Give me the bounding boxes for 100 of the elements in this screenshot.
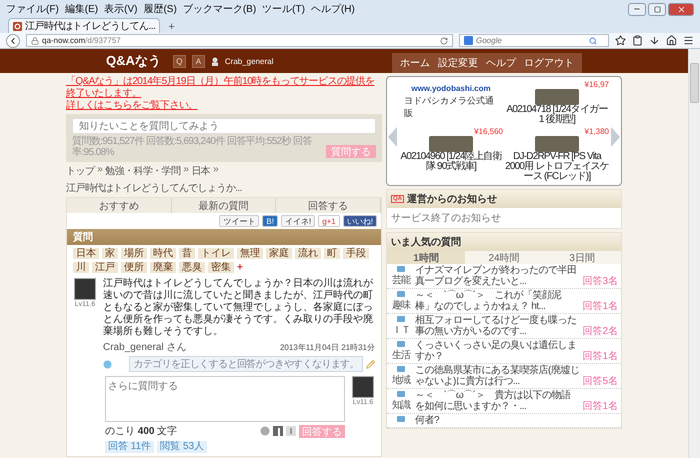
tag-link[interactable]: 悪臭	[179, 262, 205, 273]
minimize-button[interactable]	[628, 2, 646, 16]
user-name[interactable]: Crab_general	[224, 56, 274, 66]
menu-item[interactable]: ヘルプ(H)	[310, 2, 355, 16]
question-link[interactable]: ～＜ `⌒ω⌒´＞ 貴方は以下の物語を如何に思いますか？・...	[415, 390, 580, 412]
star-icon[interactable]	[615, 35, 626, 46]
answer-count: 回答1名	[582, 401, 618, 412]
tag-link[interactable]: 家	[102, 248, 118, 259]
share-button[interactable]: g+1	[318, 215, 340, 227]
menu-icon[interactable]	[683, 35, 694, 46]
reload-icon[interactable]	[440, 36, 448, 44]
question-link[interactable]: この徳島県某市にある某喫茶店(廃墟じゃないよ)に貴方は行つ...	[415, 365, 580, 387]
product-caption[interactable]: A02104960 [1/24陸上自衛隊 90式戦車]	[399, 152, 503, 172]
clipboard-icon[interactable]	[632, 35, 643, 46]
home-icon[interactable]	[666, 35, 677, 46]
url-text: qa-now.com/d/937757	[42, 36, 121, 45]
search-icon[interactable]	[589, 36, 597, 44]
scrollbar[interactable]	[688, 49, 700, 458]
share-button[interactable]: ツイート	[219, 215, 260, 227]
menu-item[interactable]: 表示(V)	[104, 2, 138, 16]
question-link[interactable]: 相互フォローしてるけど一度も喋った事の無い方がいるのです...	[415, 315, 580, 337]
tag-link[interactable]: 町	[324, 248, 340, 259]
question-link[interactable]: ～＜ `⌒ω⌒´＞ これが「笑顔泥棒」なのでしょうかねぇ？ ht...	[415, 290, 580, 312]
breadcrumb-link[interactable]: 勉強・科学・学問	[105, 164, 180, 178]
nav-link[interactable]: ログアウト	[524, 56, 574, 70]
reply-field[interactable]: さらに質問する	[105, 376, 345, 422]
menu-item[interactable]: 編集(E)	[64, 2, 98, 16]
share-button[interactable]: イイネ!	[280, 215, 316, 227]
site-stats: 質問数:951,527件 回答数:5,693,240件 回答平均:552秒 回答率:95.08%	[72, 136, 313, 158]
back-button[interactable]	[6, 34, 20, 48]
ad-tagline: ヨドバシカメラ公式通販	[404, 95, 496, 120]
tag-link[interactable]: 密集	[208, 262, 234, 273]
tab-title: 江戸時代はトイレどうしてん...	[25, 20, 156, 33]
favicon-icon	[13, 22, 22, 30]
tag-link[interactable]: 江戸	[92, 262, 118, 273]
breadcrumb-link[interactable]: 江戸時代はトイレどうしてんでしょうか...	[66, 181, 242, 195]
product-price: ¥16,97	[584, 80, 609, 89]
menu-item[interactable]: 履歴(S)	[143, 2, 177, 16]
avatar-placeholder	[352, 376, 374, 398]
tag-link[interactable]: 手段	[343, 248, 369, 259]
product-caption[interactable]: A02104718 [1/24タイガー1 後期型]	[505, 105, 609, 125]
count-label: 閲覧 53人	[157, 441, 208, 453]
content-tab[interactable]: 回答する	[276, 198, 382, 213]
avatar-placeholder	[74, 278, 96, 300]
share-button[interactable]: B!	[262, 215, 278, 227]
menu-item[interactable]: ツール(T)	[262, 2, 305, 16]
notice-link[interactable]: 詳しくはこちらをご覧下さい。	[66, 100, 382, 112]
content-tab[interactable]: おすすめ	[67, 198, 172, 213]
product-caption[interactable]: DJ-D2RPV-FR [PS Vita 2000用 レトロフェイスケース (FCレッド)]	[505, 152, 609, 182]
browser-tab[interactable]: 江戸時代はトイレどうしてん...	[8, 18, 160, 33]
breadcrumb-link[interactable]: トップ	[66, 164, 94, 178]
tag-link[interactable]: 流れ	[295, 248, 321, 259]
announcement-link[interactable]: サービス終了のお知らせ	[387, 208, 621, 228]
question-link[interactable]: 何者?	[415, 415, 618, 426]
share-button[interactable]: いいね!	[342, 215, 377, 227]
question-text: 江戸時代はトイレどうしてんでしょうか？日本の川は流れが速いので昔は川に流していたと聞きましたが、江戸時代の町ともなると家が密集していて無理でしょうし、各家庭にぼっとん便所を作っても悪臭が凄そうです。くみ取りの手段や廃棄場所も難しそうですし。	[103, 278, 374, 338]
tag-link[interactable]: 廃棄	[150, 262, 176, 273]
tag-link[interactable]: 便所	[121, 262, 147, 273]
site-logo[interactable]: Q&Aなう	[106, 52, 161, 70]
nav-link[interactable]: 設定変更	[438, 56, 478, 70]
photo-placeholder	[535, 136, 579, 152]
question-input[interactable]: 知りたいことを質問してみよう	[72, 118, 376, 134]
remaining-count: のこり 400 文字	[105, 424, 178, 438]
period-tab[interactable]: 3日間	[543, 251, 621, 264]
search-input[interactable]: Google	[476, 36, 586, 45]
category-label: ＩＴ	[392, 324, 410, 337]
breadcrumb-link[interactable]: 日本	[191, 164, 210, 178]
new-tab-button[interactable]: +	[164, 21, 179, 33]
tag-link[interactable]: 家庭	[266, 248, 292, 259]
tag-link[interactable]: 川	[73, 262, 89, 273]
ad-logo[interactable]: www.yodobashi.com	[411, 84, 491, 93]
tag-link[interactable]: 日本	[73, 248, 99, 259]
question-link[interactable]: くっさいくっさい足の臭いは遺伝しますか？	[415, 340, 580, 362]
menu-item[interactable]: ブックマーク(B)	[182, 2, 256, 16]
maximize-button[interactable]	[648, 2, 666, 16]
content-tab[interactable]: 最新の質問	[172, 198, 276, 213]
header-button[interactable]: Q	[172, 54, 186, 68]
menu-item[interactable]: ファイル(F)	[6, 2, 59, 16]
search-field[interactable]: Google	[459, 34, 609, 47]
download-icon[interactable]	[649, 35, 660, 46]
question-link[interactable]: イナズマイレブンが終わったので半田真一ブログを変えたいと...	[415, 265, 580, 287]
nav-link[interactable]: ホーム	[400, 56, 430, 70]
address-bar[interactable]: qa-now.com/d/937757	[26, 34, 453, 47]
close-button[interactable]	[668, 2, 694, 16]
tag-link[interactable]: 無理	[237, 248, 263, 259]
notice-link[interactable]: 「Q&Aなう」は2014年5月19日（月）午前10時をもってサービスの提供を終了いたします。	[66, 76, 382, 100]
tag-link[interactable]: 時代	[150, 248, 176, 259]
count-label: 回答 11件	[105, 441, 154, 453]
add-tag-link[interactable]: +	[237, 262, 243, 273]
author-name[interactable]: Crab_general さん	[103, 340, 186, 354]
period-tab[interactable]: 24時間	[465, 251, 543, 264]
category-icon	[396, 290, 406, 298]
tag-link[interactable]: 昔	[179, 248, 195, 259]
period-tab[interactable]: 1時間	[387, 251, 465, 264]
header-button[interactable]: A	[192, 54, 205, 68]
tag-link[interactable]: 場所	[121, 248, 147, 259]
tag-link[interactable]: トイレ	[198, 248, 234, 259]
user-avatar-icon	[210, 56, 219, 66]
search-engine-icon	[464, 36, 473, 45]
nav-link[interactable]: ヘルプ	[486, 56, 516, 70]
